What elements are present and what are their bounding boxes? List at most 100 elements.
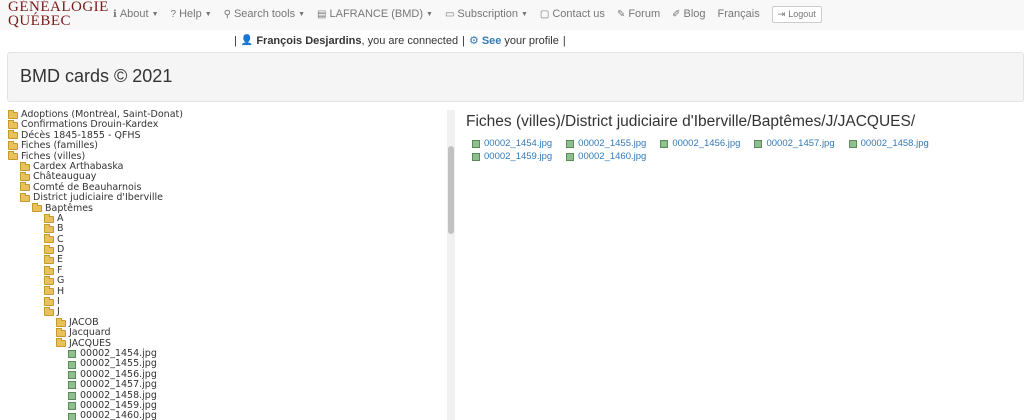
tree-folder-item[interactable]: Jacquard [0,327,446,338]
user-name: François Desjardins [256,34,362,47]
folder-icon [56,317,66,327]
file-name: 00002_1455.jpg [578,138,647,149]
folder-icon [20,192,30,202]
tree-folder-item[interactable]: I [0,296,446,307]
caret-down-icon: ▼ [426,10,433,18]
image-file-icon [660,139,669,148]
caret-down-icon: ▼ [520,10,528,18]
question-icon: ? [170,8,177,20]
blog-icon: ✐ [672,8,681,20]
file-name: 00002_1456.jpg [672,138,741,149]
image-file-icon [68,381,76,390]
caret-down-icon: ▼ [151,10,159,18]
file-link[interactable]: 00002_1457.jpg [754,137,835,150]
nav-item-subscription[interactable]: ▭ Subscription ▼ [445,8,528,20]
navbar: GÉNÉALOGIE QUÉBEC ℹ About ▼? Help ▼ ⚲ Search t… [0,0,1024,30]
tree-folder-item[interactable]: H [0,286,446,297]
image-file-icon [68,391,76,400]
file-link[interactable]: 00002_1460.jpg [566,150,646,163]
nav-item-lafrance-bmd[interactable]: ▤ LAFRANCE (BMD) ▼ [317,8,433,20]
folder-icon [44,275,54,285]
folder-icon [44,223,54,233]
image-file-icon [566,139,575,148]
tree-file-item[interactable]: 00002_1455.jpg [0,358,446,369]
nav-item-label: Subscription [457,8,518,20]
nav-item-label: Français [717,8,760,20]
contact-icon: ▢ [539,8,550,20]
nav-item-contact-us[interactable]: ▢ Contact us [540,8,605,20]
file-link[interactable]: 00002_1455.jpg [566,137,646,150]
file-name: 00002_1460.jpg [578,151,647,162]
nav-item-search-tools[interactable]: ⚲ Search tools ▼ [224,8,305,20]
image-file-icon [754,139,763,148]
user-icon: 👤 [240,35,254,46]
folder-icon [44,255,54,265]
nav-item-about[interactable]: ℹ About ▼ [113,8,159,20]
info-icon: ℹ [113,8,117,20]
file-name: 00002_1457.jpg [766,138,835,149]
file-link[interactable]: 00002_1454.jpg [472,137,552,150]
image-file-icon [68,412,76,420]
credit-card-icon: ▭ [444,8,455,20]
folder-icon [8,110,18,119]
tree-folder-item[interactable]: G [0,275,446,286]
folder-icon [56,327,66,337]
nav-menu: ℹ About ▼? Help ▼ ⚲ Search tools ▼ ▤ LAFRANCE (BM… [113,0,822,28]
tree-folder-item[interactable]: District judiciaire d'Iberville [0,192,446,204]
nav-item-blog[interactable]: ✐ Blog [672,8,705,20]
logout-icon: ⇥ [777,8,786,19]
tree-file-item[interactable]: 00002_1457.jpg [0,379,446,390]
file-link[interactable]: 00002_1458.jpg [848,137,929,150]
site-logo[interactable]: GÉNÉALOGIE QUÉBEC [8,0,108,30]
folder-icon [44,234,54,244]
tree-item-label: District judiciaire d'Iberville [33,192,163,204]
folder-icon [20,161,30,171]
nav-item-label: LAFRANCE (BMD) [329,8,424,20]
folder-icon [44,286,54,296]
tree-folder-item[interactable]: JACOB [0,317,446,328]
tree-file-item[interactable]: 00002_1459.jpg [0,400,446,411]
tree-file-item[interactable]: 00002_1458.jpg [0,390,446,401]
nav-item-label: Blog [683,8,706,20]
folder-icon [44,213,54,223]
connected-text: , you are connected [361,34,459,47]
tree-folder-item[interactable]: Fiches (familles) [0,140,446,151]
file-link[interactable]: 00002_1459.jpg [472,150,552,163]
tree-folder-item[interactable]: C [0,234,446,245]
nav-item-label: Help [179,8,202,20]
nav-item-fran-ais[interactable]: Français [718,8,760,20]
folder-icon [20,172,30,182]
tree-folder-item[interactable]: B [0,223,446,234]
tree-file-item[interactable]: 00002_1454.jpg [0,348,446,359]
gear-icon: ⚙ [468,35,479,47]
logout-button[interactable]: ⇥ Logout [771,5,822,23]
tree-file-item[interactable]: 00002_1460.jpg [0,410,446,420]
tree-folder-item[interactable]: A [0,213,446,224]
folder-icon [44,265,54,275]
image-file-icon [68,360,76,369]
file-link[interactable]: 00002_1456.jpg [660,137,740,150]
tree-folder-item[interactable]: Baptêmes [0,203,446,214]
image-file-icon [472,152,480,161]
tree-file-item[interactable]: 00002_1456.jpg [0,369,446,380]
tree-folder-item[interactable]: F [0,265,446,276]
tree-scrollbar[interactable] [447,110,455,420]
nav-item-forum[interactable]: ✎ Forum [617,8,660,20]
tree-scrollbar-thumb[interactable] [448,146,454,234]
see-profile-link[interactable]: See [482,35,502,47]
folder-icon [8,151,18,161]
current-path: Fiches (villes)/District judiciaire d'Ib… [466,113,916,130]
search-icon: ⚲ [223,8,231,20]
nav-item-help[interactable]: ? Help ▼ [171,8,212,20]
nav-item-label: Forum [628,8,661,20]
tree-folder-item[interactable]: JACQUES [0,338,446,349]
tree-folder-item[interactable]: D [0,244,446,255]
tree-folder-item[interactable]: J [0,307,446,317]
folder-icon [8,140,18,150]
image-file-icon [472,139,480,148]
tree-folder-item[interactable]: E [0,255,446,265]
folder-icon [44,244,54,254]
image-file-icon [68,370,76,379]
profile-text: your profile [504,34,559,47]
image-file-icon [68,350,76,359]
